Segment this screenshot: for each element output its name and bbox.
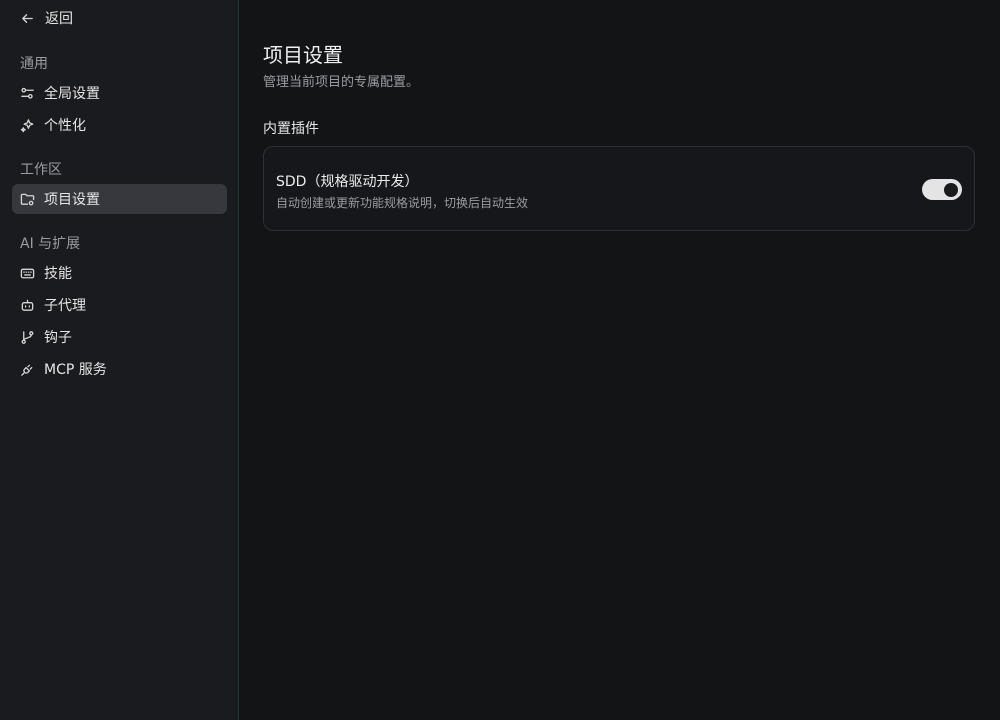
page-title: 项目设置 [263, 43, 343, 67]
plugin-description: 自动创建或更新功能规格说明，切换后自动生效 [276, 196, 529, 210]
sidebar-item-project-settings[interactable]: 项目设置 [12, 184, 227, 214]
git-branch-icon [20, 330, 35, 345]
sidebar-item-skills[interactable]: 技能 [12, 258, 227, 288]
page-subtitle: 管理当前项目的专属配置。 [263, 75, 420, 90]
sidebar-item-label: 个性化 [44, 118, 86, 134]
sidebar: 返回 通用 全局设置 个性化 工作区 项目设置 AI 与扩展 技能 子代理 钩子… [0, 0, 239, 720]
sidebar-item-label: 技能 [44, 266, 72, 282]
sidebar-item-hooks[interactable]: 钩子 [12, 322, 227, 352]
sidebar-item-personalization[interactable]: 个性化 [12, 110, 227, 140]
arrow-left-icon [20, 11, 35, 26]
sidebar-item-global-settings[interactable]: 全局设置 [12, 78, 227, 108]
section-label-workspace: 工作区 [20, 162, 62, 178]
back-label: 返回 [45, 11, 73, 27]
sidebar-item-label: MCP 服务 [44, 362, 107, 378]
folder-settings-icon [20, 192, 35, 207]
sidebar-item-label: 全局设置 [44, 86, 100, 102]
sidebar-item-label: 项目设置 [44, 192, 100, 208]
sidebar-item-label: 子代理 [44, 298, 86, 314]
plug-icon [20, 362, 35, 377]
bot-icon [20, 298, 35, 313]
plugin-enable-toggle[interactable] [922, 179, 962, 200]
section-label-general: 通用 [20, 56, 48, 72]
sidebar-item-label: 钩子 [44, 330, 72, 346]
plugin-name: SDD（规格驱动开发） [276, 174, 419, 190]
sliders-icon [20, 86, 35, 101]
main-panel: 项目设置 管理当前项目的专属配置。 内置插件 SDD（规格驱动开发） 自动创建或… [239, 0, 1000, 720]
sidebar-item-subagents[interactable]: 子代理 [12, 290, 227, 320]
sidebar-item-mcp-services[interactable]: MCP 服务 [12, 354, 227, 384]
section-label-ai-extensions: AI 与扩展 [20, 236, 81, 252]
keyboard-icon [20, 266, 35, 281]
app-window: 返回 通用 全局设置 个性化 工作区 项目设置 AI 与扩展 技能 子代理 钩子… [0, 0, 1000, 720]
sparkles-icon [20, 118, 35, 133]
builtin-plugins-heading: 内置插件 [263, 121, 319, 137]
toggle-knob [944, 182, 958, 197]
plugin-card-sdd: SDD（规格驱动开发） 自动创建或更新功能规格说明，切换后自动生效 [263, 146, 975, 231]
back-button[interactable]: 返回 [20, 8, 73, 28]
